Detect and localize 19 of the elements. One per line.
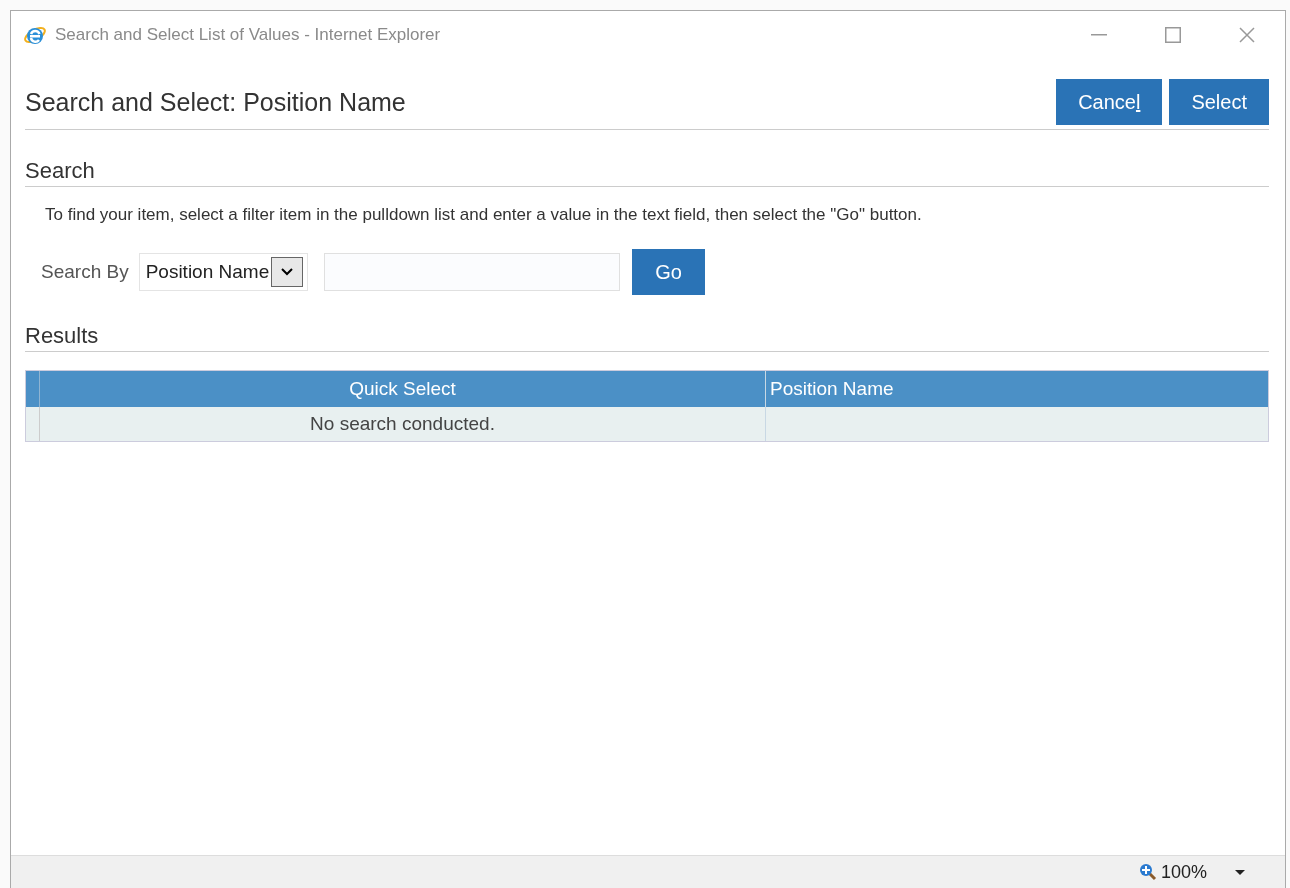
select-button[interactable]: Select <box>1169 79 1269 125</box>
search-field[interactable] <box>324 253 621 291</box>
instructions-text: To find your item, select a filter item in the pulldown list and enter a value in the text field, then select the "Go" button. <box>45 205 923 225</box>
caret-icon[interactable] <box>271 257 304 287</box>
zoom-icon[interactable] <box>1138 863 1157 881</box>
table-cell: No search conducted. <box>40 407 766 441</box>
cancel-button[interactable]: Cancel <box>1056 79 1163 125</box>
dropdown-icon[interactable] <box>1235 869 1245 875</box>
filter-dropdown[interactable]: Position Name <box>138 253 309 291</box>
search-by-label: Search By <box>41 261 129 283</box>
go-button[interactable]: Go <box>632 249 705 295</box>
maximize-icon[interactable] <box>1165 27 1181 43</box>
page-title: Search and Select: Position Name <box>25 87 406 117</box>
column-header[interactable]: Position Name <box>766 371 1268 407</box>
window-title: Search and Select List of Values - Internet Explorer <box>55 25 441 45</box>
section-heading: Results <box>25 323 1269 352</box>
section-heading: Search <box>25 158 1269 187</box>
close-icon[interactable] <box>1239 27 1255 43</box>
zoom-level[interactable]: 100% <box>1160 861 1207 883</box>
